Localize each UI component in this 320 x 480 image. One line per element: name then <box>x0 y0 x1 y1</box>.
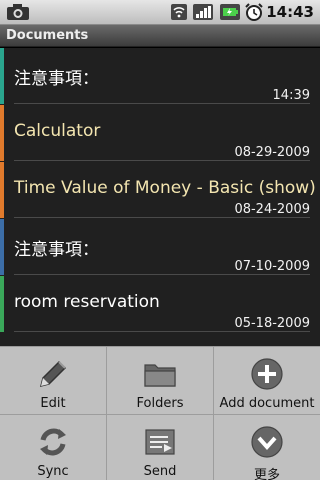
sync-button[interactable]: Sync <box>0 415 106 480</box>
document-item[interactable]: 注意事項： 07-10-2009 <box>0 219 320 275</box>
divider <box>14 331 310 332</box>
title-bar: Documents <box>0 25 320 47</box>
sync-label: Sync <box>37 464 69 479</box>
document-item[interactable]: Time Value of Money - Basic (show) 08-24… <box>0 162 320 218</box>
document-date: 08-24-2009 <box>234 202 310 217</box>
more-label: 更多 <box>253 468 280 480</box>
folders-label: Folders <box>136 396 184 411</box>
plus-circle-icon <box>251 358 283 390</box>
camera-icon <box>7 4 29 20</box>
document-title: room reservation <box>14 292 160 312</box>
divider <box>14 274 310 275</box>
page-title: Documents <box>6 28 89 43</box>
document-color-bar <box>0 48 4 104</box>
divider <box>14 103 310 104</box>
folders-button[interactable]: Folders <box>107 347 213 414</box>
pencil-icon <box>39 360 67 388</box>
edit-label: Edit <box>40 396 66 411</box>
send-button[interactable]: Send <box>107 415 213 480</box>
document-date: 05-18-2009 <box>234 316 310 331</box>
document-date: 07-10-2009 <box>234 259 310 274</box>
document-item[interactable]: room reservation 05-18-2009 <box>0 276 320 332</box>
divider <box>14 217 310 218</box>
document-color-bar <box>0 219 4 275</box>
status-clock: 14:43 <box>266 3 314 21</box>
document-item[interactable]: Calculator 08-29-2009 <box>0 105 320 161</box>
document-item[interactable]: 注意事項： 14:39 <box>0 48 320 104</box>
edit-button[interactable]: Edit <box>0 347 106 414</box>
divider <box>14 160 310 161</box>
document-date: 08-29-2009 <box>234 145 310 160</box>
signal-icon <box>193 4 213 20</box>
battery-charging-icon <box>220 4 240 20</box>
wifi-icon <box>171 4 187 20</box>
status-bar: 14:43 <box>0 0 320 25</box>
document-title: Calculator <box>14 121 101 141</box>
document-title: Time Value of Money - Basic (show) <box>14 178 316 198</box>
send-icon <box>145 429 175 455</box>
alarm-clock-icon <box>245 3 263 21</box>
folder-icon <box>144 364 176 387</box>
options-menu: Edit Folders Add document Sync Send 更多 <box>0 346 320 480</box>
send-label: Send <box>143 464 177 479</box>
document-color-bar <box>0 276 4 332</box>
document-title: 注意事項： <box>14 69 99 89</box>
document-color-bar <box>0 105 4 161</box>
add-document-label: Add document <box>219 396 315 411</box>
more-icon <box>251 426 283 458</box>
document-color-bar <box>0 162 4 218</box>
document-date: 14:39 <box>272 88 310 103</box>
sync-icon <box>40 428 66 456</box>
more-button[interactable]: 更多 <box>214 415 320 480</box>
add-document-button[interactable]: Add document <box>214 347 320 414</box>
document-title: 注意事項： <box>14 240 99 260</box>
